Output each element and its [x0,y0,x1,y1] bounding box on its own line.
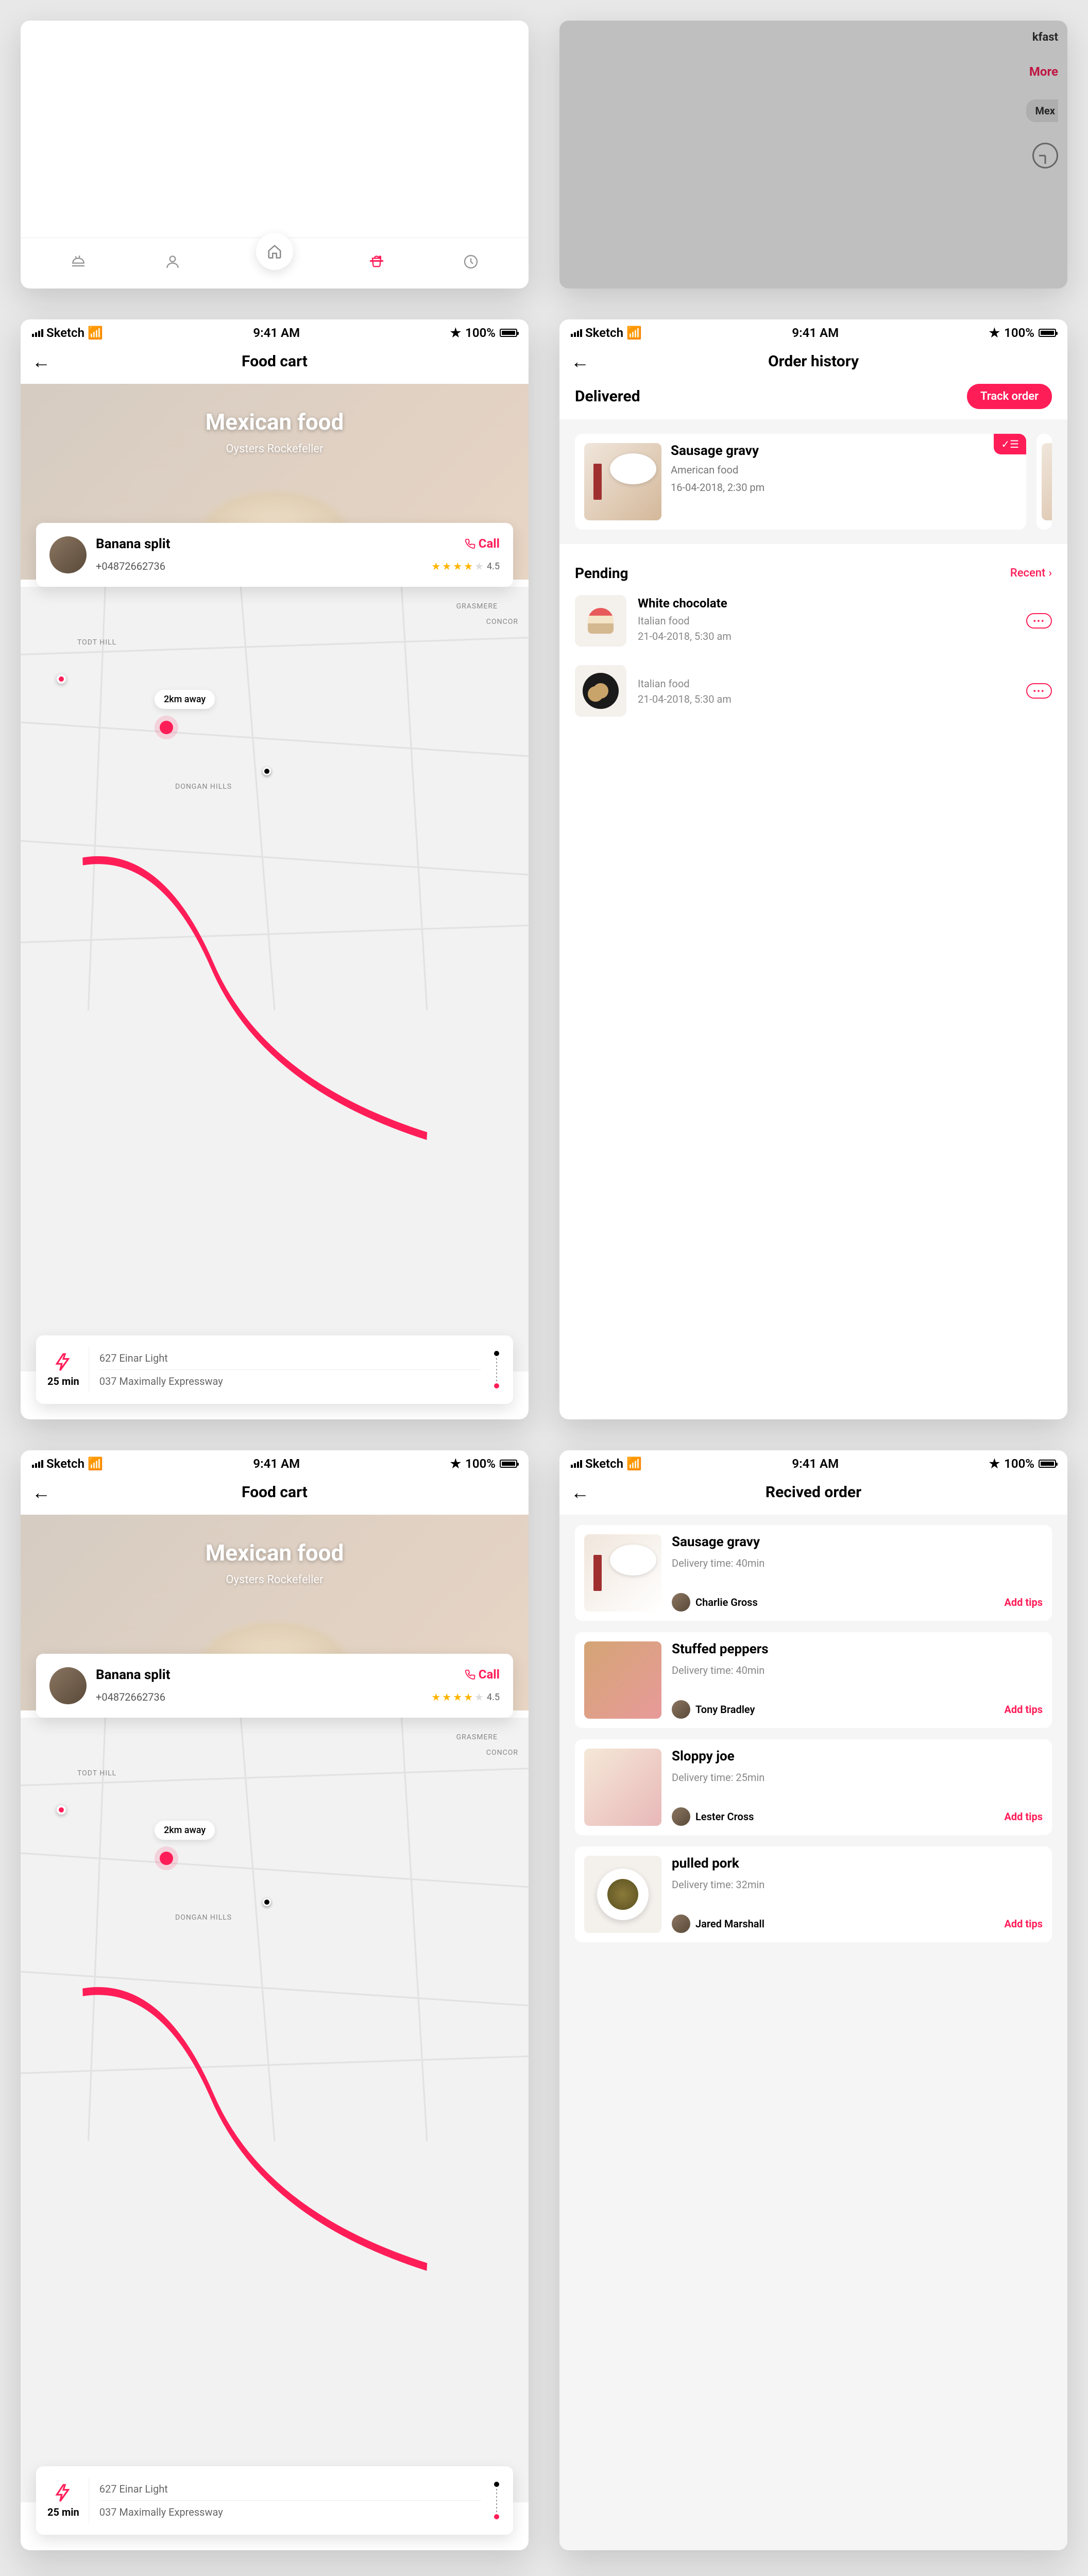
page-title: Food cart [242,352,308,370]
bluetooth-icon: ★ [450,326,462,340]
tab-history[interactable] [460,250,482,273]
call-button[interactable]: Call [464,536,500,551]
address-from: 627 Einar Light [99,1347,481,1370]
driver-name: Banana split [96,536,171,552]
courier-name: Charlie Gross [695,1596,758,1608]
wifi-icon: 📶 [88,326,103,340]
nav-bar: ← Food cart [21,343,529,384]
pending-datetime: 21-04-2018, 5:30 am [638,693,1015,705]
pending-thumb [575,595,626,647]
item-thumb [584,1534,661,1612]
pending-cuisine: Italian food [638,677,1015,690]
hero-title: Mexican food [206,409,344,435]
driver-phone: +04872662736 [96,560,165,572]
rating-value: 4.5 [487,561,500,572]
page-title: Order history [768,352,859,370]
route-progress-dots [491,1347,502,1393]
status-bar: Sketch 📶 9:41 AM ★100% [21,319,529,343]
item-thumb [584,1641,661,1719]
bolt-icon [54,1352,73,1372]
driver-card: Banana split Call +04872662736 ★★★★★4.5 [36,523,513,587]
screen-food-cart-2: Sketch📶 9:41 AM ★100% ←Food cart Mexican… [21,1450,529,2550]
recent-link[interactable]: Recent› [1010,567,1052,580]
route-end-pin [263,767,271,775]
address-to: 037 Maximally Expressway [99,1370,481,1393]
more-button[interactable]: ••• [1026,613,1052,629]
screen-tabbar-crop [21,21,529,289]
delivered-check-icon: ✓☰ [994,434,1026,454]
pending-datetime: 21-04-2018, 5:30 am [638,630,1015,642]
pending-heading: Pending [575,565,628,582]
page-title: Food cart [242,1483,308,1501]
tab-profile[interactable] [161,250,184,273]
page-title: Recived order [766,1483,861,1501]
delivered-heading: Delivered [575,387,640,405]
add-tips-link[interactable]: Add tips [1004,1810,1043,1823]
back-button[interactable]: ← [571,351,589,372]
route-start-pin [57,674,66,684]
delivered-order-card-next[interactable] [1036,434,1052,530]
eta-value: 25 min [47,1375,79,1387]
back-button[interactable]: ← [571,1482,589,1503]
status-bar: Sketch📶 9:41 AM ★100% [21,1450,529,1474]
tab-bar [21,238,529,289]
chevron-right-icon: › [1048,567,1052,580]
item-name: Sausage gravy [672,1534,1043,1550]
order-thumb [584,443,661,520]
driver-avatar [49,1667,87,1704]
map-view[interactable]: TODT HILLGRASMERECONCORDONGAN HILLS 2km … [21,1718,529,2502]
add-tips-link[interactable]: Add tips [1004,1703,1043,1716]
clock-icon [1032,143,1058,168]
received-item[interactable]: Stuffed peppers Delivery time: 40min Ton… [575,1632,1052,1728]
tab-cart[interactable] [365,250,388,273]
screen-order-history: Sketch📶9:41 AM★100% ←Order history Deliv… [559,319,1067,1419]
more-link[interactable]: More [1029,64,1058,79]
tab-home[interactable] [256,233,293,270]
hero-subtitle: Oysters Rockefeller [226,443,323,455]
order-cuisine: American food [671,464,764,476]
peek-chip[interactable]: Mex [1026,99,1059,122]
back-button[interactable]: ← [32,1482,50,1503]
item-thumb [584,1856,661,1933]
received-item[interactable]: pulled pork Delivery time: 32min Jared M… [575,1846,1052,1942]
carrier-label: Sketch [46,326,84,340]
order-name: Sausage gravy [671,443,764,459]
signal-icon [32,329,43,337]
pending-item[interactable]: Italian food 21-04-2018, 5:30 am ••• [575,665,1052,717]
courier-avatar [672,1593,690,1612]
driver-avatar [49,536,87,573]
received-item[interactable]: Sloppy joe Delivery time: 25min Lester C… [575,1739,1052,1835]
delivery-time: Delivery time: 40min [672,1557,1043,1569]
status-time: 9:41 AM [253,326,300,340]
battery-pct: 100% [465,326,496,340]
battery-icon [500,329,517,337]
peek-tag-label: kfast [1032,31,1058,44]
item-thumb [584,1749,661,1826]
track-order-button[interactable]: Track order [967,384,1052,409]
screen-overlay-peek: kfast More Mex [559,21,1067,289]
pending-thumb [575,665,626,717]
route-card: 25 min 627 Einar Light 037 Maximally Exp… [36,1335,513,1404]
map-view[interactable]: TODT HILL GRASMERE CONCOR DONGAN HILLS 2… [21,587,529,1371]
distance-badge: 2km away [155,690,215,709]
screen-received-order: Sketch📶9:41 AM★100% ←Recived order Sausa… [559,1450,1067,2550]
back-button[interactable]: ← [32,351,50,372]
screen-food-cart: Sketch 📶 9:41 AM ★100% ← Food cart Mexica… [21,319,529,1419]
order-datetime: 16-04-2018, 2:30 pm [671,481,764,494]
received-item[interactable]: Sausage gravy Delivery time: 40min Charl… [575,1525,1052,1621]
delivered-order-card[interactable]: Sausage gravy American food 16-04-2018, … [575,434,1026,530]
more-button[interactable]: ••• [1026,683,1052,699]
rating-stars: ★★★★★ [431,560,484,572]
call-button[interactable]: Call [464,1667,500,1682]
pending-item[interactable]: White chocolate Italian food 21-04-2018,… [575,595,1052,647]
tab-food[interactable] [67,250,90,273]
pending-name: White chocolate [638,596,1015,611]
add-tips-link[interactable]: Add tips [1004,1596,1043,1608]
add-tips-link[interactable]: Add tips [1004,1918,1043,1930]
pending-cuisine: Italian food [638,615,1015,627]
route-current-pin [160,721,173,734]
